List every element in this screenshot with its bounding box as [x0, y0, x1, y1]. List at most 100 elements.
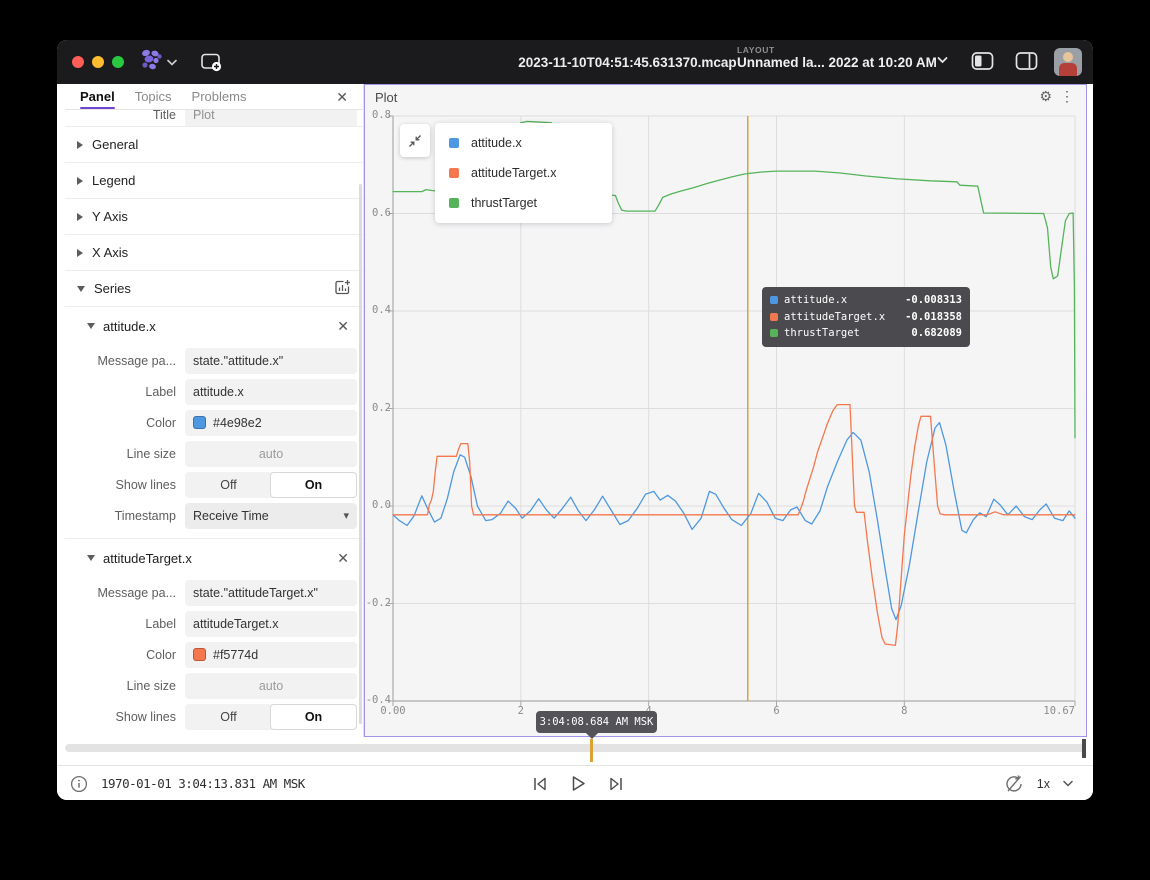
plot-panel: Plot ⚙ ⋮ 0.80.60.40.20.0-0.2-0.4 0.00246… [364, 84, 1087, 737]
line-size-input[interactable]: auto [185, 673, 357, 699]
zoom-window-button[interactable] [112, 56, 124, 68]
tab-topics[interactable]: Topics [135, 84, 172, 109]
avatar-shirt [1059, 63, 1077, 76]
right-sidebar-toggle[interactable] [1014, 50, 1039, 77]
info-icon[interactable] [70, 775, 88, 793]
titlebar: 2023-11-10T04:51:45.631370.mcap LAYOUT U… [57, 40, 1093, 84]
play-button[interactable] [567, 773, 589, 794]
layout-chevron-down-icon[interactable] [937, 56, 948, 64]
legend-label: thrustTarget [471, 196, 537, 210]
left-sidebar-toggle[interactable] [970, 50, 995, 77]
tooltip-row: thrustTarget 0.682089 [770, 325, 962, 342]
close-window-button[interactable] [72, 56, 84, 68]
line-size-input[interactable]: auto [185, 441, 357, 467]
chevron-down-icon [77, 286, 85, 292]
collapse-legend-button[interactable] [400, 124, 430, 157]
app-menu[interactable] [138, 48, 177, 77]
remove-series-icon[interactable]: ✕ [337, 551, 349, 565]
seek-backward-button[interactable] [529, 774, 550, 794]
seek-forward-button[interactable] [606, 774, 627, 794]
series-editor-attitude-target-x: attitudeTarget.x ✕ Message pa... state."… [65, 539, 363, 737]
timeline-row [57, 737, 1093, 765]
color-label: Color [65, 416, 185, 430]
current-timestamp: 1970-01-01 3:04:13.831 AM MSK [101, 776, 305, 791]
color-input[interactable]: #4e98e2 [185, 410, 357, 436]
sidebar-close-icon[interactable]: ✕ [336, 90, 348, 104]
sidebar-tabbar: Panel Topics Problems ✕ [65, 84, 363, 110]
x-tick-label: 6 [757, 705, 797, 717]
section-y-axis[interactable]: Y Axis [65, 199, 363, 235]
label-input[interactable]: attitudeTarget.x [185, 611, 357, 637]
layout-switcher[interactable]: LAYOUT Unnamed la... 2022 at 10:20 AM [737, 45, 947, 70]
x-tick-label: 2 [501, 705, 541, 717]
speed-caret-down-icon[interactable] [1063, 780, 1073, 787]
show-lines-on-button[interactable]: On [271, 705, 356, 729]
remove-series-icon[interactable]: ✕ [337, 319, 349, 333]
label-label: Label [65, 617, 185, 631]
chevron-down-icon [87, 555, 95, 561]
section-y-axis-label: Y Axis [92, 209, 128, 224]
tab-problems[interactable]: Problems [192, 84, 247, 109]
tooltip-row: attitude.x -0.008313 [770, 292, 962, 309]
chevron-right-icon [77, 213, 83, 221]
color-swatch[interactable] [193, 416, 206, 429]
message-path-input[interactable]: state."attitude.x" [185, 348, 357, 374]
scrubber-time-tooltip: 3:04:08.684 AM MSK [536, 711, 657, 733]
series-title: attitude.x [103, 319, 156, 334]
timestamp-select[interactable]: Receive Time ▾ [185, 503, 357, 529]
section-x-axis[interactable]: X Axis [65, 235, 363, 271]
tooltip-value: 0.682089 [911, 327, 962, 339]
legend-label: attitudeTarget.x [471, 166, 556, 180]
show-lines-toggle: Off On [185, 472, 357, 498]
collapse-arrows-icon [407, 133, 423, 149]
color-swatch[interactable] [193, 648, 206, 661]
playback-speed[interactable]: 1x [1037, 777, 1050, 791]
legend-item-attitude-x[interactable]: attitude.x [435, 128, 612, 158]
section-legend-label: Legend [92, 173, 135, 188]
y-tick-label: -0.2 [365, 597, 391, 609]
layout-name: Unnamed la... 2022 at 10:20 AM [737, 55, 947, 70]
show-lines-label: Show lines [65, 478, 185, 492]
scrubber-playhead-marker[interactable] [1082, 739, 1086, 758]
sidebar-scrollbar[interactable] [359, 184, 362, 724]
chevron-down-icon [87, 323, 95, 329]
section-series[interactable]: Series [65, 271, 363, 307]
panel-settings-sidebar: Panel Topics Problems ✕ Title Plot Gener… [65, 84, 364, 737]
tab-panel[interactable]: Panel [80, 84, 115, 109]
tooltip-swatch [770, 313, 778, 321]
show-lines-off-button[interactable]: Off [186, 473, 271, 497]
panel-settings-gear-icon[interactable]: ⚙ [1039, 88, 1052, 105]
playback-bar: 1970-01-01 3:04:13.831 AM MSK [57, 765, 1093, 800]
y-tick-label: 0.0 [365, 499, 391, 511]
add-panel-button[interactable] [199, 51, 223, 73]
show-lines-off-button[interactable]: Off [186, 705, 271, 729]
section-legend[interactable]: Legend [65, 163, 363, 199]
legend-item-attitude-target-x[interactable]: attitudeTarget.x [435, 158, 612, 188]
minimize-window-button[interactable] [92, 56, 104, 68]
add-series-button[interactable] [334, 279, 351, 299]
series-header[interactable]: attitudeTarget.x ✕ [65, 539, 363, 577]
color-input[interactable]: #f5774d [185, 642, 357, 668]
y-tick-label: 0.8 [365, 109, 391, 121]
tooltip-value: -0.008313 [905, 294, 962, 306]
timeline-scrubber[interactable] [65, 744, 1086, 752]
line-size-label: Line size [65, 447, 185, 461]
section-general[interactable]: General [65, 127, 363, 163]
show-lines-on-button[interactable]: On [271, 473, 356, 497]
chevron-right-icon [77, 141, 83, 149]
section-series-label: Series [94, 281, 131, 296]
x-tick-label: 0.00 [373, 705, 413, 717]
y-tick-label: 0.6 [365, 207, 391, 219]
panel-menu-kebab-icon[interactable]: ⋮ [1060, 88, 1074, 105]
label-input[interactable]: attitude.x [185, 379, 357, 405]
series-header[interactable]: attitude.x ✕ [65, 307, 363, 345]
legend-item-thrust-target[interactable]: thrustTarget [435, 188, 612, 218]
user-avatar[interactable] [1054, 48, 1082, 76]
message-path-input[interactable]: state."attitudeTarget.x" [185, 580, 357, 606]
legend-swatch [449, 168, 459, 178]
loop-off-icon[interactable] [1004, 774, 1024, 794]
line-size-label: Line size [65, 679, 185, 693]
layout-eyebrow: LAYOUT [737, 45, 947, 55]
title-field-input[interactable]: Plot [185, 110, 357, 127]
y-tick-label: 0.4 [365, 304, 391, 316]
